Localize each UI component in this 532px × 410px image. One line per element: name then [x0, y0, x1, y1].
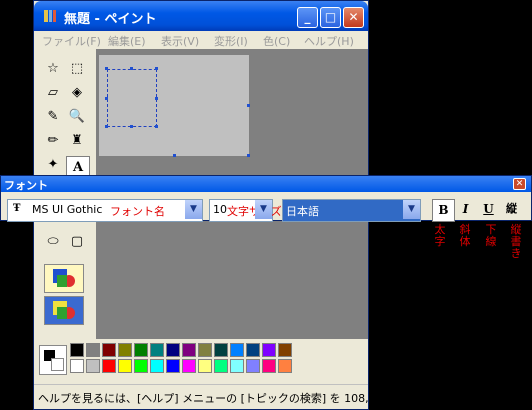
text-selection-box[interactable]: [107, 69, 157, 127]
drawing-canvas[interactable]: [99, 55, 250, 157]
font-toolbar-titlebar[interactable]: フォント ✕: [1, 176, 531, 192]
minimize-button[interactable]: _: [297, 7, 318, 28]
charset-value: 日本語: [286, 205, 319, 218]
underline-button[interactable]: U: [478, 199, 499, 220]
palette-swatch[interactable]: [118, 359, 132, 373]
free-select-icon[interactable]: ☆: [42, 58, 64, 80]
title-bar[interactable]: 無題 - ペイント _ □ ✕: [34, 1, 368, 31]
status-help-text: ヘルプを見るには、[ヘルプ] メニューの [トピックの検索] を: [38, 392, 341, 405]
rect-select-icon[interactable]: ⬚: [66, 58, 88, 80]
menu-view[interactable]: 表示(V): [161, 33, 199, 49]
pencil-icon[interactable]: ✏: [42, 130, 64, 152]
palette-swatch[interactable]: [278, 359, 292, 373]
chevron-down-icon[interactable]: ▼: [185, 200, 202, 219]
menu-help[interactable]: ヘルプ(H): [304, 33, 354, 49]
font-size-value: 10: [213, 203, 227, 216]
font-toolbar: フォント ✕ Ŧ MS UI Gothic フォント名 ▼ 10 文字サイズ ▼…: [0, 175, 532, 222]
background-color: [51, 358, 64, 371]
palette-swatch[interactable]: [182, 343, 196, 357]
palette-swatch[interactable]: [166, 343, 180, 357]
palette-swatch[interactable]: [150, 343, 164, 357]
close-button[interactable]: ✕: [343, 7, 364, 28]
current-colors-indicator: [39, 345, 67, 375]
canvas-resize-handle[interactable]: [173, 154, 176, 157]
bold-button[interactable]: B: [432, 199, 455, 222]
chevron-down-icon[interactable]: ▼: [403, 200, 420, 219]
font-toolbar-title: フォント: [4, 179, 48, 192]
palette-swatch[interactable]: [86, 359, 100, 373]
selection-handle[interactable]: [105, 97, 108, 100]
font-toolbar-close-button[interactable]: ✕: [513, 178, 526, 190]
menu-file[interactable]: ファイル(F): [42, 33, 101, 49]
palette-swatch[interactable]: [134, 343, 148, 357]
menu-image[interactable]: 変形(I): [214, 33, 248, 49]
window-title: 無題 - ペイント: [64, 12, 157, 27]
color-picker-icon[interactable]: ✎: [42, 106, 64, 128]
color-palette: [34, 339, 368, 383]
rounded-rect-icon[interactable]: ▢: [66, 231, 88, 253]
palette-swatch[interactable]: [102, 343, 116, 357]
palette-swatch[interactable]: [230, 343, 244, 357]
palette-swatch[interactable]: [166, 359, 180, 373]
selection-handle[interactable]: [155, 125, 158, 128]
palette-swatch[interactable]: [70, 343, 84, 357]
charset-select[interactable]: 日本語 ▼: [282, 199, 421, 222]
palette-swatch[interactable]: [70, 359, 84, 373]
menu-colors[interactable]: 色(C): [263, 33, 290, 49]
font-name-select[interactable]: Ŧ MS UI Gothic フォント名 ▼: [7, 199, 203, 222]
palette-swatch[interactable]: [118, 343, 132, 357]
menu-bar: ファイル(F) 編集(E) 表示(V) 変形(I) 色(C) ヘルプ(H): [34, 31, 368, 49]
palette-swatch[interactable]: [262, 359, 276, 373]
fill-bucket-icon[interactable]: ◈: [66, 82, 88, 104]
selection-handle[interactable]: [105, 67, 108, 70]
brush-icon[interactable]: ♜: [66, 130, 88, 152]
palette-swatch[interactable]: [278, 343, 292, 357]
palette-swatch[interactable]: [246, 343, 260, 357]
font-name-value: MS UI Gothic: [32, 203, 103, 216]
airbrush-icon[interactable]: ✦: [42, 154, 64, 176]
palette-swatch[interactable]: [214, 343, 228, 357]
selection-handle[interactable]: [105, 125, 108, 128]
paint-app-icon[interactable]: [42, 8, 58, 24]
opaque-option-icon[interactable]: [44, 264, 84, 293]
selection-handle[interactable]: [130, 67, 133, 70]
vertical-annotation: 縦書き: [510, 223, 522, 260]
transparent-option-icon[interactable]: [44, 296, 84, 325]
font-size-select[interactable]: 10 文字サイズ ▼: [209, 199, 282, 222]
maximize-button[interactable]: □: [320, 7, 341, 28]
menu-edit[interactable]: 編集(E): [108, 33, 146, 49]
bold-annotation: 太字: [434, 223, 446, 248]
canvas-resize-handle[interactable]: [247, 154, 250, 157]
chevron-down-icon[interactable]: ▼: [255, 200, 272, 219]
font-name-annotation: フォント名: [110, 205, 165, 218]
vertical-text-button[interactable]: 縦: [501, 199, 522, 220]
palette-swatch[interactable]: [230, 359, 244, 373]
ellipse-icon[interactable]: ⬭: [42, 231, 64, 253]
palette-swatch[interactable]: [102, 359, 116, 373]
status-coords: 108,98: [344, 392, 383, 405]
magnifier-icon[interactable]: 🔍: [66, 106, 88, 128]
status-bar: ヘルプを見るには、[ヘルプ] メニューの [トピックの検索] を 108,98: [34, 384, 383, 409]
palette-swatch[interactable]: [246, 359, 260, 373]
palette-swatch[interactable]: [262, 343, 276, 357]
selection-handle[interactable]: [130, 125, 133, 128]
selection-handle[interactable]: [155, 67, 158, 70]
underline-annotation: 下線: [485, 223, 497, 248]
palette-swatch[interactable]: [198, 359, 212, 373]
palette-swatch[interactable]: [150, 359, 164, 373]
palette-swatch[interactable]: [86, 343, 100, 357]
palette-swatch[interactable]: [198, 343, 212, 357]
palette-swatch[interactable]: [214, 359, 228, 373]
truetype-icon: Ŧ: [13, 203, 21, 214]
canvas-resize-handle[interactable]: [247, 104, 250, 107]
palette-swatch[interactable]: [182, 359, 196, 373]
selection-handle[interactable]: [155, 97, 158, 100]
italic-annotation: 斜体: [459, 223, 471, 248]
eraser-icon[interactable]: ▱: [42, 82, 64, 104]
palette-swatch[interactable]: [134, 359, 148, 373]
italic-button[interactable]: I: [455, 199, 476, 220]
